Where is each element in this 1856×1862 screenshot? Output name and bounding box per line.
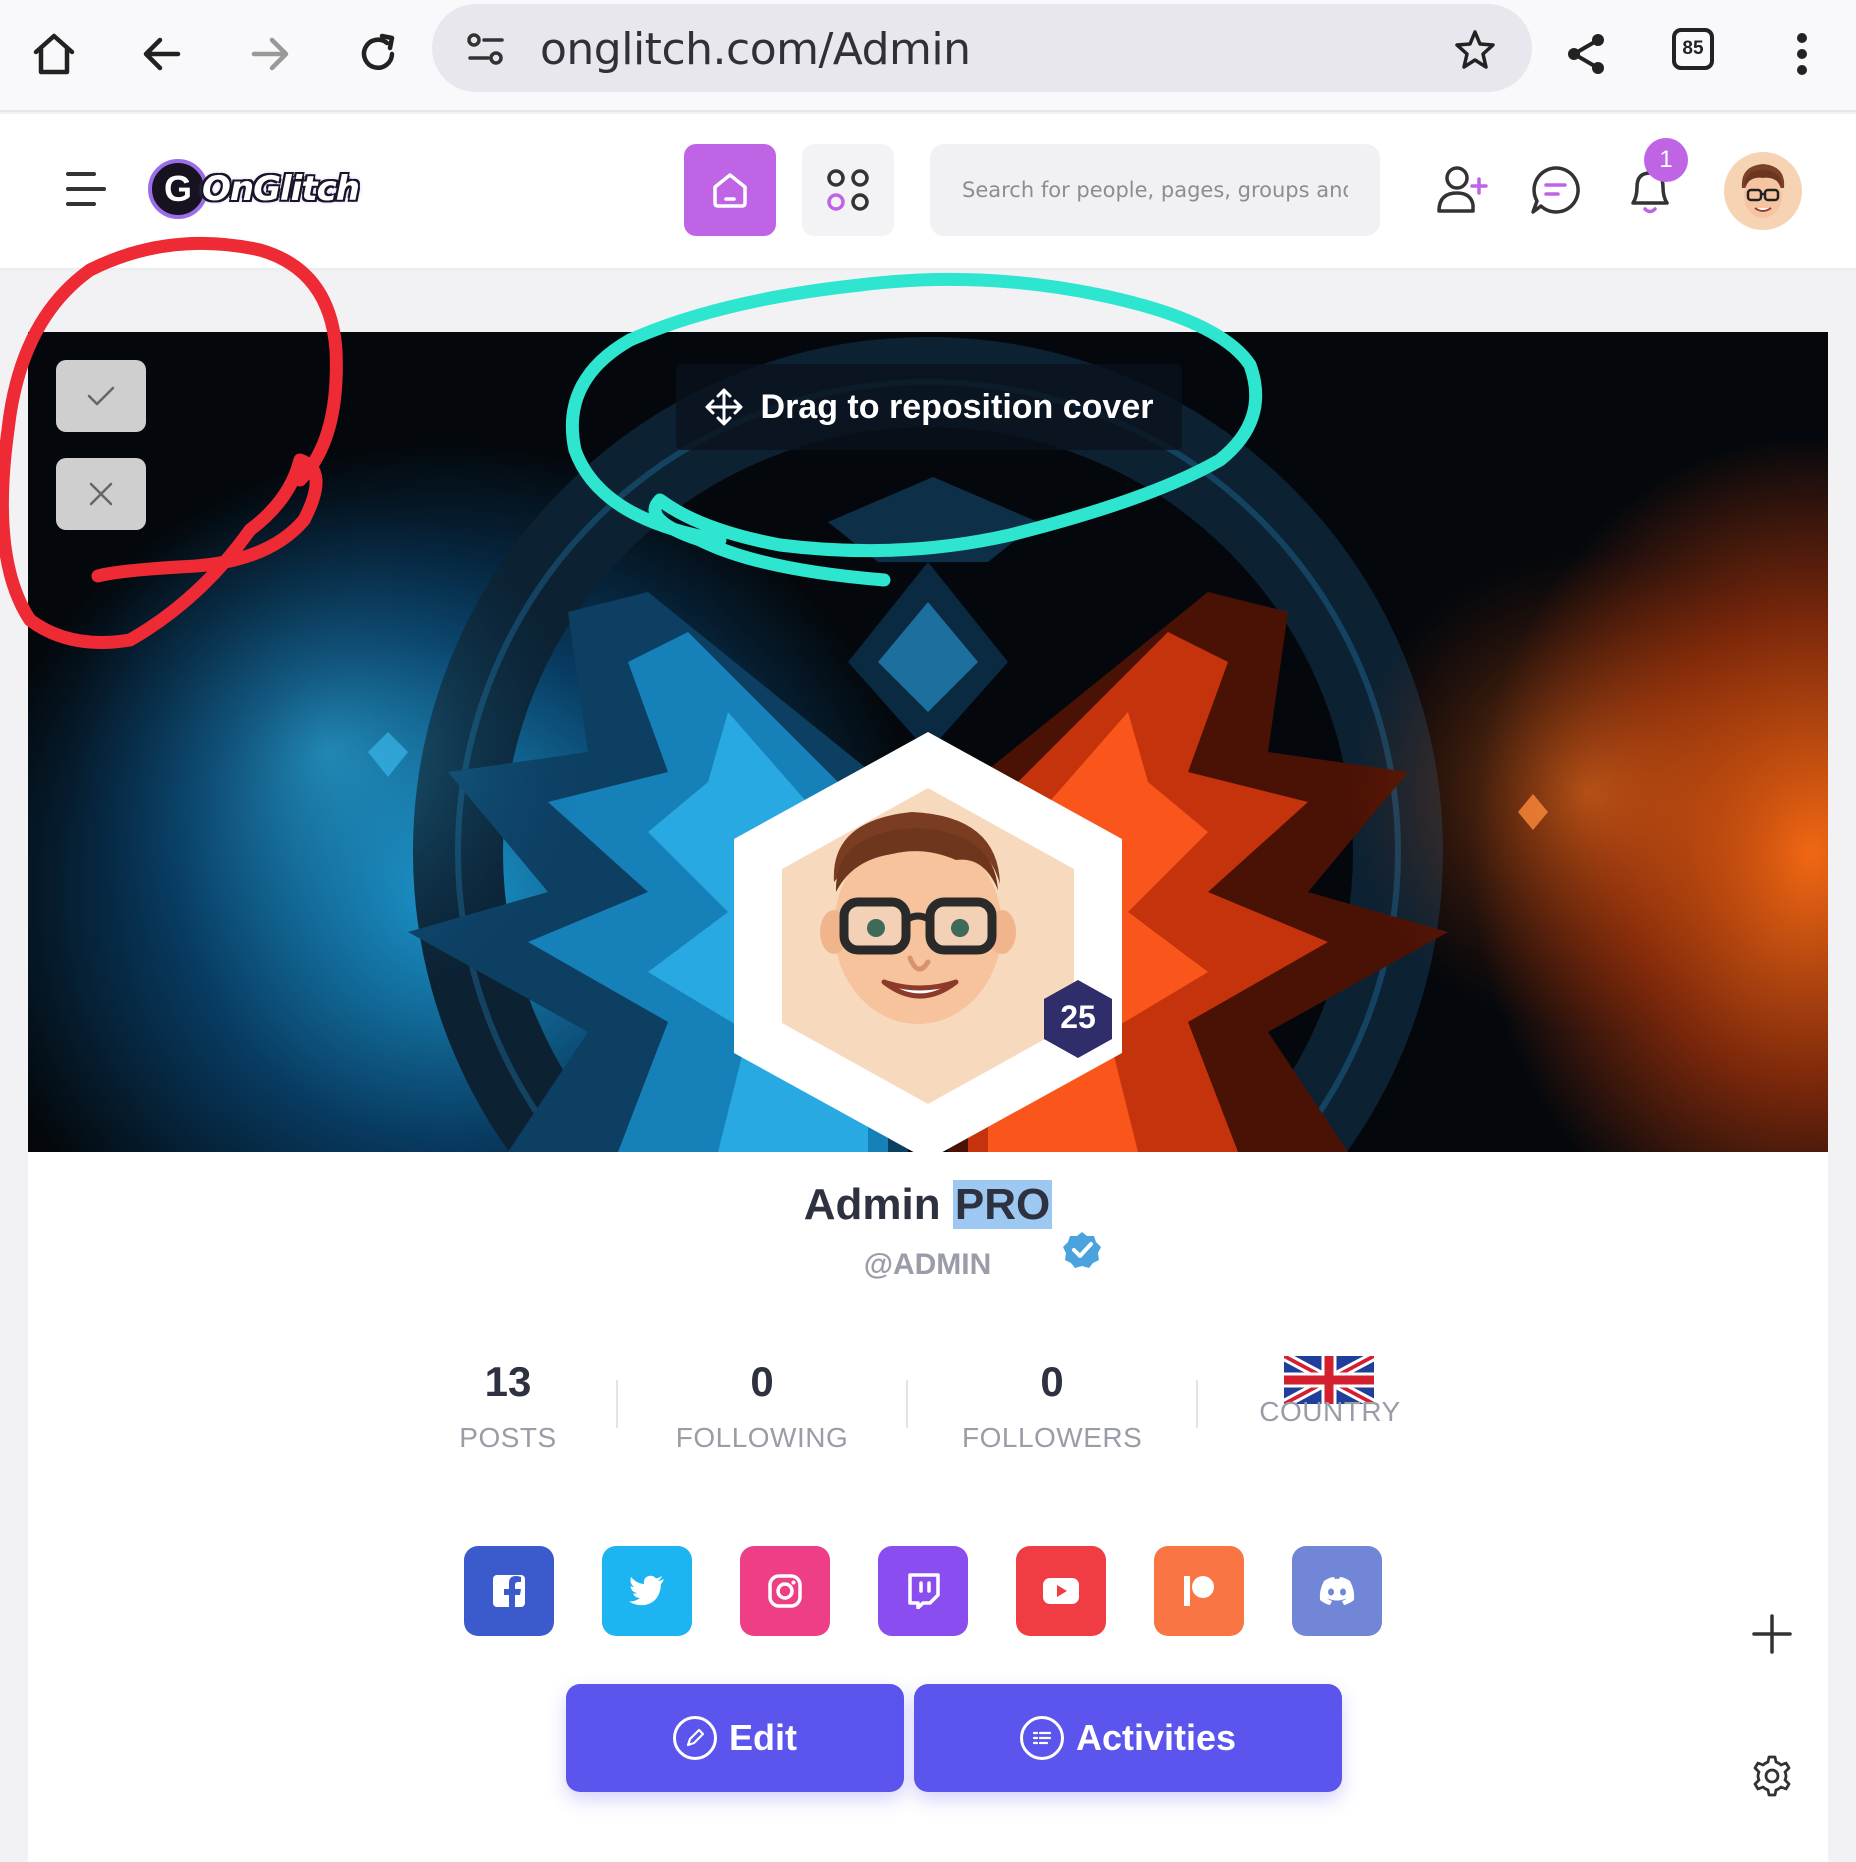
stat-followers[interactable]: 0 FOLLOWERS <box>962 1358 1142 1454</box>
address-bar[interactable]: onglitch.com/Admin <box>432 4 1532 92</box>
menu-icon[interactable] <box>66 166 116 212</box>
twitter-button[interactable] <box>602 1546 692 1636</box>
twitch-icon <box>908 1573 940 1609</box>
discord-button[interactable] <box>1292 1546 1382 1636</box>
logo-text: OnGlitch <box>201 168 361 210</box>
friend-requests-icon[interactable] <box>1430 158 1494 222</box>
stat-posts-label: POSTS <box>459 1422 557 1453</box>
stat-divider <box>616 1380 618 1428</box>
settings-gear-icon[interactable] <box>1750 1754 1794 1798</box>
cancel-cover-button[interactable] <box>56 458 146 530</box>
move-arrows-icon <box>705 388 743 426</box>
browser-menu-icon[interactable] <box>1762 14 1842 94</box>
profile-name-first: Admin <box>803 1180 941 1229</box>
stat-followers-label: FOLLOWERS <box>962 1422 1143 1453</box>
share-icon[interactable] <box>1546 14 1626 94</box>
save-cover-button[interactable] <box>56 360 146 432</box>
add-icon[interactable] <box>1752 1614 1792 1654</box>
stat-following[interactable]: 0 FOLLOWING <box>672 1358 852 1454</box>
edit-pencil-icon <box>673 1716 717 1760</box>
logo-mark: G <box>148 159 208 219</box>
facebook-button[interactable] <box>464 1546 554 1636</box>
discord-icon <box>1319 1577 1355 1605</box>
drag-reposition-hint[interactable]: Drag to reposition cover <box>676 364 1182 450</box>
close-icon <box>89 482 113 506</box>
stat-divider <box>1196 1380 1198 1428</box>
stat-divider <box>906 1380 908 1428</box>
edit-button-label: Edit <box>729 1717 797 1758</box>
drag-hint-text: Drag to reposition cover <box>760 387 1154 426</box>
home-icon <box>713 173 747 208</box>
instagram-icon <box>768 1574 802 1608</box>
profile-name-pro: PRO <box>952 1180 1053 1229</box>
activities-list-icon <box>1019 1716 1064 1760</box>
browser-toolbar: onglitch.com/Admin 85 <box>0 0 1856 112</box>
stat-posts[interactable]: 13 POSTS <box>438 1358 578 1454</box>
twitter-icon <box>629 1575 664 1606</box>
checkmark-icon <box>87 386 115 406</box>
home-button[interactable] <box>684 144 776 236</box>
site-header: G OnGlitch 1 <box>0 114 1856 268</box>
apps-button[interactable] <box>802 144 894 236</box>
instagram-button[interactable] <box>740 1546 830 1636</box>
profile-name: Admin PRO <box>0 1180 1856 1230</box>
messages-icon[interactable] <box>1524 158 1588 222</box>
reload-icon[interactable] <box>338 14 418 94</box>
edit-button[interactable]: Edit <box>566 1684 904 1792</box>
apps-grid-icon <box>827 169 869 211</box>
bookmark-star-icon[interactable] <box>1454 28 1496 70</box>
activities-button[interactable]: Activities <box>914 1684 1342 1792</box>
back-arrow-icon[interactable] <box>122 14 202 94</box>
profile-handle: @ADMIN <box>863 1248 992 1281</box>
stat-country: COUNTRY <box>1250 1396 1410 1428</box>
twitch-button[interactable] <box>878 1546 968 1636</box>
patreon-button[interactable] <box>1154 1546 1244 1636</box>
header-avatar[interactable] <box>1724 152 1802 230</box>
site-logo[interactable]: G OnGlitch <box>148 154 361 224</box>
stat-following-value: 0 <box>750 1358 774 1405</box>
tab-switcher-button[interactable]: 85 <box>1672 28 1714 70</box>
activities-button-label: Activities <box>1075 1717 1237 1758</box>
browser-home-icon[interactable] <box>14 14 94 94</box>
forward-arrow-icon[interactable] <box>230 14 310 94</box>
stat-following-label: FOLLOWING <box>675 1422 849 1453</box>
facebook-icon <box>493 1575 525 1607</box>
url-text[interactable]: onglitch.com/Admin <box>540 24 971 75</box>
search-input[interactable] <box>930 144 1380 236</box>
stat-country-label: COUNTRY <box>1259 1396 1401 1427</box>
site-settings-icon[interactable] <box>466 30 506 70</box>
level-number: 25 <box>1060 999 1096 1035</box>
notification-count-badge: 1 <box>1644 138 1688 182</box>
youtube-icon <box>1043 1578 1079 1604</box>
stat-posts-value: 13 <box>484 1358 532 1405</box>
youtube-button[interactable] <box>1016 1546 1106 1636</box>
stat-followers-value: 0 <box>1040 1358 1064 1405</box>
profile-avatar[interactable] <box>734 732 1122 1160</box>
patreon-icon <box>1184 1576 1214 1606</box>
